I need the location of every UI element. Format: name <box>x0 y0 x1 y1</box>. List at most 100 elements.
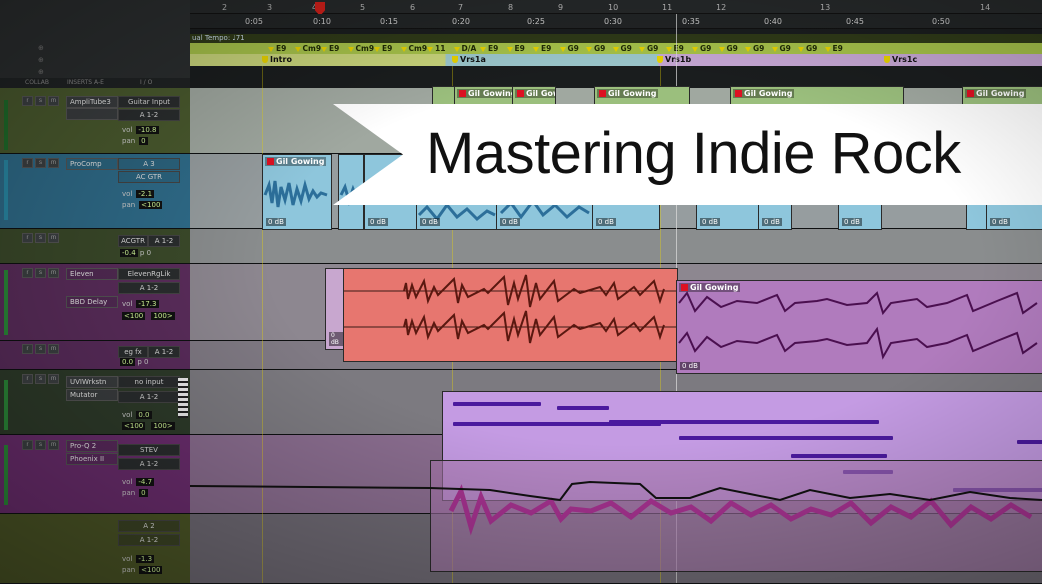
course-title: Mastering Indie Rock <box>426 121 961 186</box>
track-7-output[interactable]: A 1-2 <box>118 458 180 470</box>
chord-marker[interactable]: E9 <box>268 44 286 53</box>
chord-marker[interactable]: 11 <box>427 44 445 53</box>
track-4-pan[interactable]: <100 100> <box>122 312 175 320</box>
track-1-buttons[interactable]: rsm <box>22 96 61 114</box>
chord-marker[interactable]: G9 <box>772 44 791 53</box>
track-5-input[interactable]: eg fx <box>118 346 148 358</box>
track-7-pan[interactable]: pan 0 <box>122 489 148 497</box>
track-3-output[interactable]: A 1-2 <box>148 235 180 247</box>
track-3-input[interactable]: ACGTR <box>118 235 148 247</box>
chord-marker[interactable]: G9 <box>719 44 738 53</box>
track-3-buttons[interactable]: rsm <box>22 233 61 251</box>
midi-note[interactable] <box>679 436 893 440</box>
chord-marker[interactable]: E9 <box>374 44 392 53</box>
track-6-volume[interactable]: vol 0.0 <box>122 411 152 419</box>
waveform <box>678 291 1038 360</box>
chord-marker[interactable]: G9 <box>586 44 605 53</box>
track-2-pan[interactable]: pan <100 <box>122 201 163 209</box>
chord-marker[interactable]: D/A <box>454 44 477 53</box>
track-6-output[interactable]: A 1-2 <box>118 391 180 403</box>
track-4-volume[interactable]: vol -17.3 <box>122 300 159 308</box>
chord-marker[interactable]: Cm9 <box>348 44 375 53</box>
chord-marker[interactable]: G9 <box>639 44 658 53</box>
track-5-output[interactable]: A 1-2 <box>148 346 180 358</box>
chord-marker[interactable]: E9 <box>533 44 551 53</box>
track-1-volume[interactable]: vol -10.8 <box>122 126 159 134</box>
chord-marker[interactable]: E9 <box>825 44 843 53</box>
track-1-insert-1[interactable]: AmpliTube3 <box>66 96 118 108</box>
bar-10: 10 <box>608 3 619 12</box>
midi-note[interactable] <box>1017 440 1042 444</box>
audio-clip[interactable]: 0 dB <box>325 268 345 350</box>
chord-marker[interactable]: E9 <box>480 44 498 53</box>
track-3-volume[interactable]: -0.4 p 0 <box>120 249 151 257</box>
chord-marker[interactable]: E9 <box>321 44 339 53</box>
track-7-insert-1[interactable]: Pro-Q 2 <box>66 440 118 452</box>
meter-track-2 <box>4 160 8 220</box>
track-4-buttons[interactable]: rsm <box>22 268 61 286</box>
time-0-15: 0:15 <box>380 17 398 26</box>
midi-note[interactable] <box>609 420 879 424</box>
chord-marker[interactable]: Cm9 <box>295 44 322 53</box>
track-6-input[interactable]: no input <box>118 376 180 388</box>
col-io: I / O <box>140 79 153 86</box>
audio-clip[interactable]: Gil Gowing 0 dB <box>262 154 332 230</box>
track-1-output[interactable]: A 1-2 <box>118 109 180 121</box>
time-0-50: 0:50 <box>932 17 950 26</box>
track-8-input[interactable]: A 2 <box>118 520 180 532</box>
track-1-insert-2[interactable] <box>66 108 118 120</box>
marker-vrs1a[interactable]: Vrs1a <box>452 55 486 64</box>
track-7-buttons[interactable]: rsm <box>22 440 61 458</box>
bar-9: 9 <box>558 3 564 12</box>
track-7-insert-2[interactable]: Phoenix II <box>66 453 118 465</box>
track-6-insert-1[interactable]: UVIWrkstn <box>66 376 118 388</box>
marker-intro[interactable]: Intro <box>262 55 292 64</box>
audio-clip-selected[interactable] <box>343 268 678 362</box>
track-8-volume[interactable]: vol -1.3 <box>122 555 155 563</box>
track-2-input[interactable]: A 3 <box>118 158 180 170</box>
bar-13: 13 <box>820 3 831 12</box>
marker-vrs1c[interactable]: Vrs1c <box>884 55 917 64</box>
track-6-insert-2[interactable]: Mutator <box>66 389 118 401</box>
track-8-output[interactable]: A 1-2 <box>118 534 180 546</box>
col-inserts: INSERTS A-E <box>67 79 104 86</box>
midi-note[interactable] <box>791 454 887 458</box>
bar-8: 8 <box>508 3 514 12</box>
track-3-timeline[interactable] <box>190 229 1042 263</box>
track-1-input[interactable]: Guitar Input <box>118 96 180 108</box>
track-2-volume[interactable]: vol -2.1 <box>122 190 155 198</box>
track-5-buttons[interactable]: rsm <box>22 344 61 362</box>
track-8-pan[interactable]: pan <100 <box>122 566 163 574</box>
chord-marker[interactable]: E9 <box>507 44 525 53</box>
timecode-ruler[interactable]: 0:05 0:10 0:15 0:20 0:25 0:30 0:35 0:40 … <box>190 14 1042 29</box>
track-4-input[interactable]: ElevenRgLik <box>118 268 180 280</box>
time-0-40: 0:40 <box>764 17 782 26</box>
track-6-buttons[interactable]: rsm <box>22 374 61 392</box>
track-2-insert-1[interactable]: ProComp <box>66 158 118 170</box>
track-4-output[interactable]: A 1-2 <box>118 282 180 294</box>
chord-marker[interactable]: G9 <box>798 44 817 53</box>
marker-vrs1b[interactable]: Vrs1b <box>657 55 691 64</box>
chord-marker[interactable]: E9 <box>666 44 684 53</box>
piano-keys-icon <box>178 378 188 418</box>
track-4-insert-1[interactable]: Eleven <box>66 268 118 280</box>
track-1-pan[interactable]: pan 0 <box>122 137 148 145</box>
track-6-pan[interactable]: <100 100> <box>122 422 175 430</box>
chord-marker[interactable]: G9 <box>745 44 764 53</box>
midi-note[interactable] <box>557 406 609 410</box>
track-4-insert-2[interactable]: BBD Delay <box>66 296 118 308</box>
time-0-30: 0:30 <box>604 17 622 26</box>
audio-clip[interactable]: Gil Gowing 0 dB <box>676 280 1042 374</box>
chord-marker[interactable]: G9 <box>613 44 632 53</box>
track-7-volume[interactable]: vol -4.7 <box>122 478 155 486</box>
track-7-input[interactable]: STEV <box>118 444 180 456</box>
midi-note[interactable] <box>453 402 541 406</box>
chord-marker[interactable]: Cm9 <box>401 44 428 53</box>
bar-7: 7 <box>458 3 464 12</box>
track-5-volume[interactable]: 0.0 p 0 <box>120 358 149 366</box>
track-2-output[interactable]: AC GTR <box>118 171 180 183</box>
track-2-buttons[interactable]: rsm <box>22 158 61 176</box>
chord-marker[interactable]: G9 <box>560 44 579 53</box>
chord-marker[interactable]: G9 <box>692 44 711 53</box>
volume-automation-line[interactable] <box>190 470 1042 550</box>
